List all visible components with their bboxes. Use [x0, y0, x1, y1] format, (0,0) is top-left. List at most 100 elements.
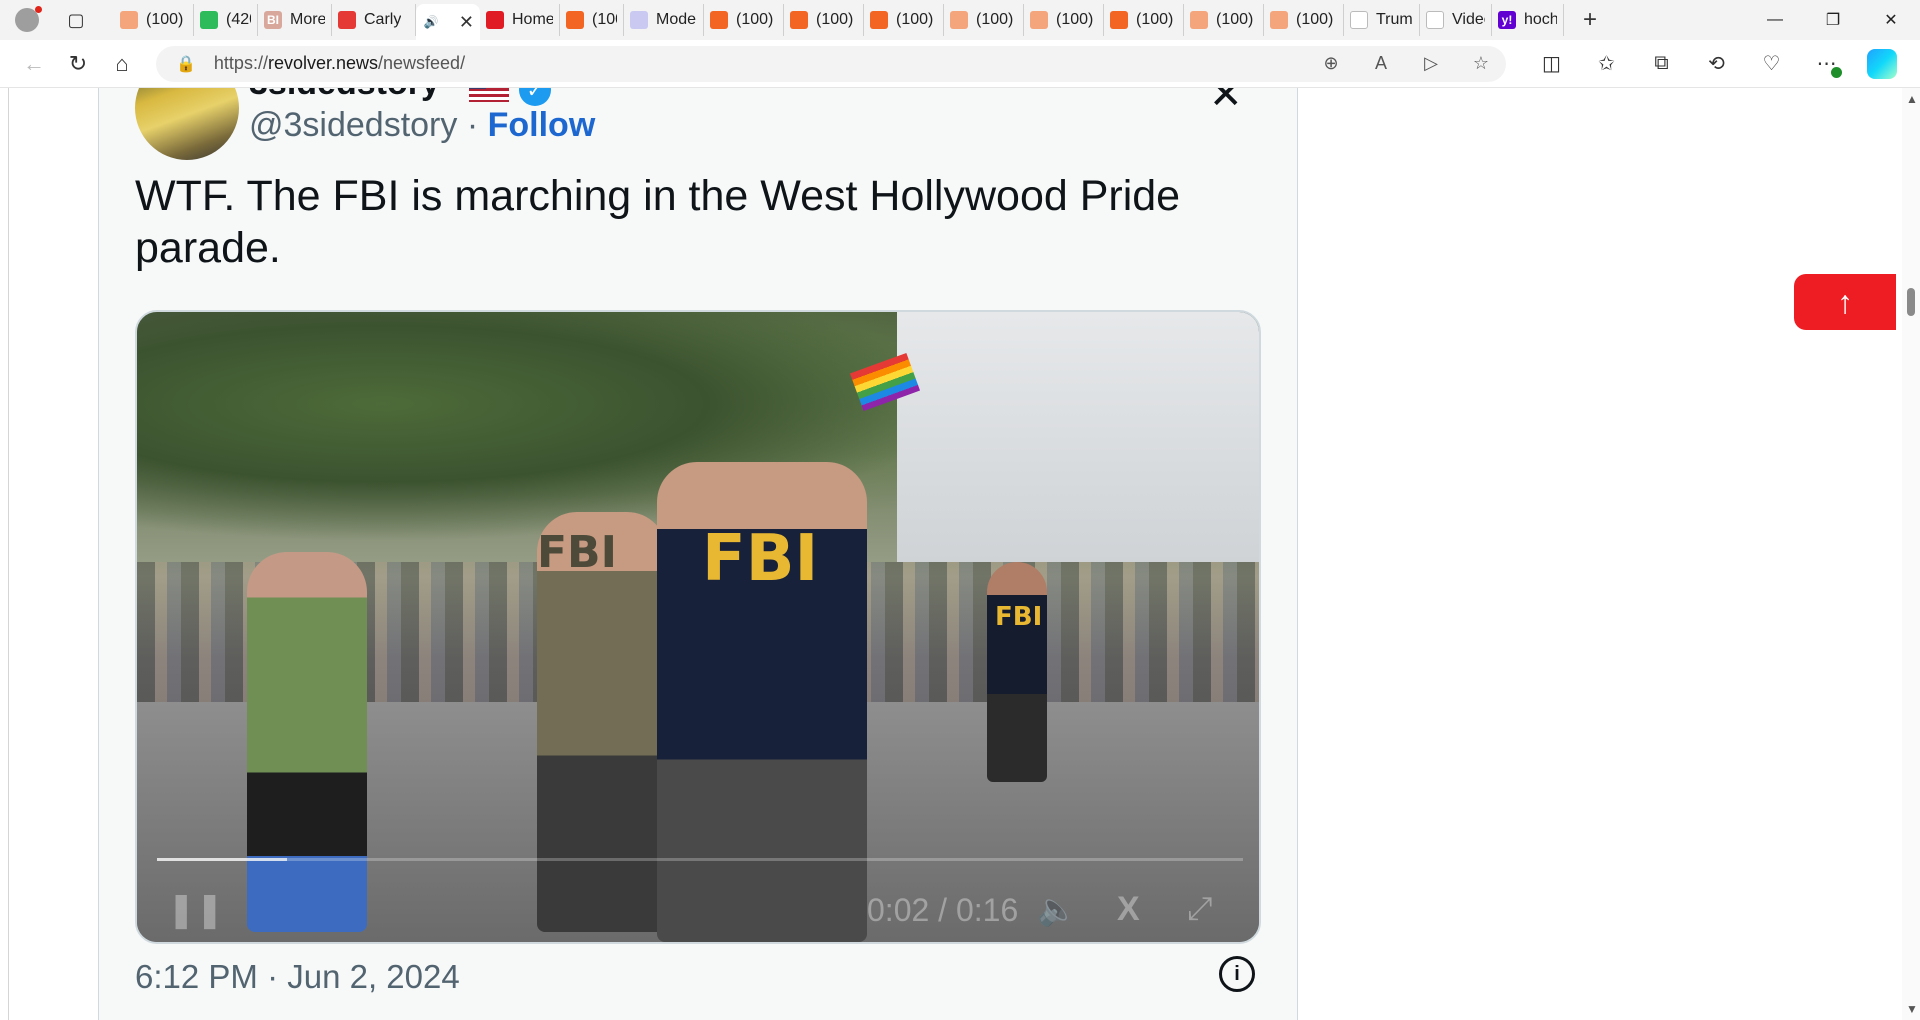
tab[interactable]: y! hoch: [1492, 4, 1564, 36]
browser-toolbar: ← ↻ ⌂ 🔒 https://revolver.news/newsfeed/ …: [0, 40, 1920, 88]
tab[interactable]: (100): [114, 4, 194, 36]
x-logo-icon[interactable]: ✕: [1209, 88, 1243, 118]
scroll-up-arrow-icon[interactable]: ▲: [1906, 92, 1918, 106]
fbi-jacket-text: FBI: [702, 522, 819, 596]
update-badge: [1831, 66, 1842, 78]
tab-label: Videc: [1452, 11, 1485, 28]
video-controls: ❚❚ 0:02 / 0:16 🔈 X ⤢: [137, 842, 1259, 942]
tab-favicon-icon: [200, 11, 218, 29]
tab-label: (100): [816, 11, 854, 28]
arrow-up-icon: ↑: [1837, 283, 1853, 320]
tab-label: N: [448, 13, 449, 31]
tab[interactable]: BI More: [258, 4, 332, 36]
tweet-video[interactable]: FBI FBI FBI ❚❚ 0:02 / 0:16 🔈 X ⤢: [135, 310, 1261, 944]
address-bar[interactable]: 🔒 https://revolver.news/newsfeed/ ⊕ A ▷ …: [156, 45, 1506, 82]
tweet-handle-row: @3sidedstory · Follow: [249, 106, 595, 145]
tab-label: (100): [1216, 11, 1254, 28]
tab-label: (100): [146, 11, 184, 28]
tab-favicon-icon: [870, 11, 888, 29]
tweet-display-name[interactable]: 3sidedstory: [249, 88, 440, 103]
embedded-tweet: 3sidedstory ✓ @3sidedstory · Follow ✕ WT…: [98, 88, 1298, 1020]
history-icon[interactable]: ⟲: [1689, 44, 1744, 84]
tab-favicon-icon: [338, 11, 356, 29]
star-icon[interactable]: ☆: [1456, 53, 1506, 74]
follow-link[interactable]: Follow: [488, 106, 596, 144]
tab[interactable]: Home: [480, 4, 560, 36]
close-window-button[interactable]: ✕: [1862, 0, 1920, 40]
tab[interactable]: (100): [784, 4, 864, 36]
pause-icon[interactable]: ❚❚: [167, 890, 224, 930]
lock-icon[interactable]: 🔒: [176, 54, 196, 74]
x-video-icon[interactable]: X: [1117, 890, 1140, 929]
tab-favicon-icon: [950, 11, 968, 29]
copilot-button[interactable]: [1854, 44, 1909, 84]
tweet-avatar[interactable]: [135, 88, 239, 160]
verified-badge-icon: ✓: [519, 88, 551, 106]
page-content: 3sidedstory ✓ @3sidedstory · Follow ✕ WT…: [0, 88, 1902, 1020]
home-icon[interactable]: ⌂: [100, 44, 144, 84]
tab[interactable]: (100): [560, 4, 624, 36]
tab[interactable]: 🔊 N ✕: [416, 4, 480, 40]
app-available-icon[interactable]: ▷: [1406, 53, 1456, 74]
tab[interactable]: (4208: [194, 4, 258, 36]
copilot-icon: [1866, 48, 1897, 79]
read-aloud-icon[interactable]: A: [1356, 53, 1406, 74]
tab[interactable]: Mode: [624, 4, 704, 36]
new-tab-button[interactable]: +: [1570, 6, 1610, 34]
tab-label: (100): [592, 11, 617, 28]
page-scrollbar[interactable]: ▲ ▼: [1902, 88, 1920, 1020]
video-progress-bar[interactable]: [157, 858, 1243, 861]
close-tab-icon[interactable]: ✕: [459, 12, 474, 33]
tab-favicon-icon: [710, 11, 728, 29]
favorites-icon[interactable]: ✩: [1579, 44, 1634, 84]
us-flag-icon: [469, 88, 509, 102]
scroll-down-arrow-icon[interactable]: ▼: [1906, 1002, 1918, 1016]
back-arrow-icon[interactable]: ←: [12, 44, 56, 84]
tab[interactable]: Carly: [332, 4, 416, 36]
fbi-back-text: FBI: [995, 602, 1043, 632]
tab[interactable]: (100): [1264, 4, 1344, 36]
profile-avatar[interactable]: [10, 3, 44, 37]
tab-label: (100): [976, 11, 1014, 28]
fullscreen-icon[interactable]: ⤢: [1187, 890, 1213, 928]
restore-button[interactable]: ❐: [1804, 0, 1862, 40]
tab-favicon-icon: [1190, 11, 1208, 29]
refresh-icon[interactable]: ↻: [56, 44, 100, 84]
tab-label: (100): [1296, 11, 1334, 28]
tab[interactable]: (100): [1104, 4, 1184, 36]
tab-actions-icon[interactable]: ▢: [58, 5, 94, 35]
volume-icon[interactable]: 🔈: [1037, 890, 1077, 928]
scroll-thumb[interactable]: [1907, 288, 1915, 316]
tab[interactable]: (100): [944, 4, 1024, 36]
tab-label: Trum: [1376, 11, 1413, 28]
url-path: /newsfeed/: [378, 53, 466, 73]
collections-icon[interactable]: ⧉: [1634, 44, 1689, 84]
tab[interactable]: Trum: [1344, 4, 1420, 36]
zoom-icon[interactable]: ⊕: [1306, 53, 1356, 74]
tab-label: (100): [736, 11, 774, 28]
tab-label: (4208: [226, 11, 251, 28]
tab-label: Home: [512, 11, 553, 28]
tab[interactable]: Videc: [1420, 4, 1492, 36]
tab-label: Carly: [364, 11, 402, 28]
tab[interactable]: (100): [704, 4, 784, 36]
tab-favicon-icon: [486, 11, 504, 29]
handle-separator: ·: [466, 106, 479, 144]
tweet-timestamp[interactable]: 6:12 PM · Jun 2, 2024: [135, 958, 460, 996]
browser-essentials-icon[interactable]: ♡: [1744, 44, 1799, 84]
url-text[interactable]: https://revolver.news/newsfeed/: [214, 53, 1306, 74]
tab-label: (100): [1056, 11, 1094, 28]
split-screen-icon[interactable]: ◫: [1524, 44, 1579, 84]
info-icon[interactable]: i: [1219, 956, 1255, 992]
tab[interactable]: (100): [864, 4, 944, 36]
tweet-handle[interactable]: @3sidedstory: [249, 106, 457, 144]
toolbar-right-icons: ◫ ✩ ⧉ ⟲ ♡ ⋯: [1524, 44, 1909, 84]
back-to-top-button[interactable]: ↑: [1794, 274, 1896, 330]
more-icon[interactable]: ⋯: [1799, 44, 1854, 84]
tab[interactable]: (100): [1184, 4, 1264, 36]
tab-favicon-icon: [1350, 11, 1368, 29]
tab[interactable]: (100): [1024, 4, 1104, 36]
tab-favicon-icon: [566, 11, 584, 29]
url-protocol: https://: [213, 53, 268, 73]
minimize-button[interactable]: —: [1746, 0, 1804, 40]
